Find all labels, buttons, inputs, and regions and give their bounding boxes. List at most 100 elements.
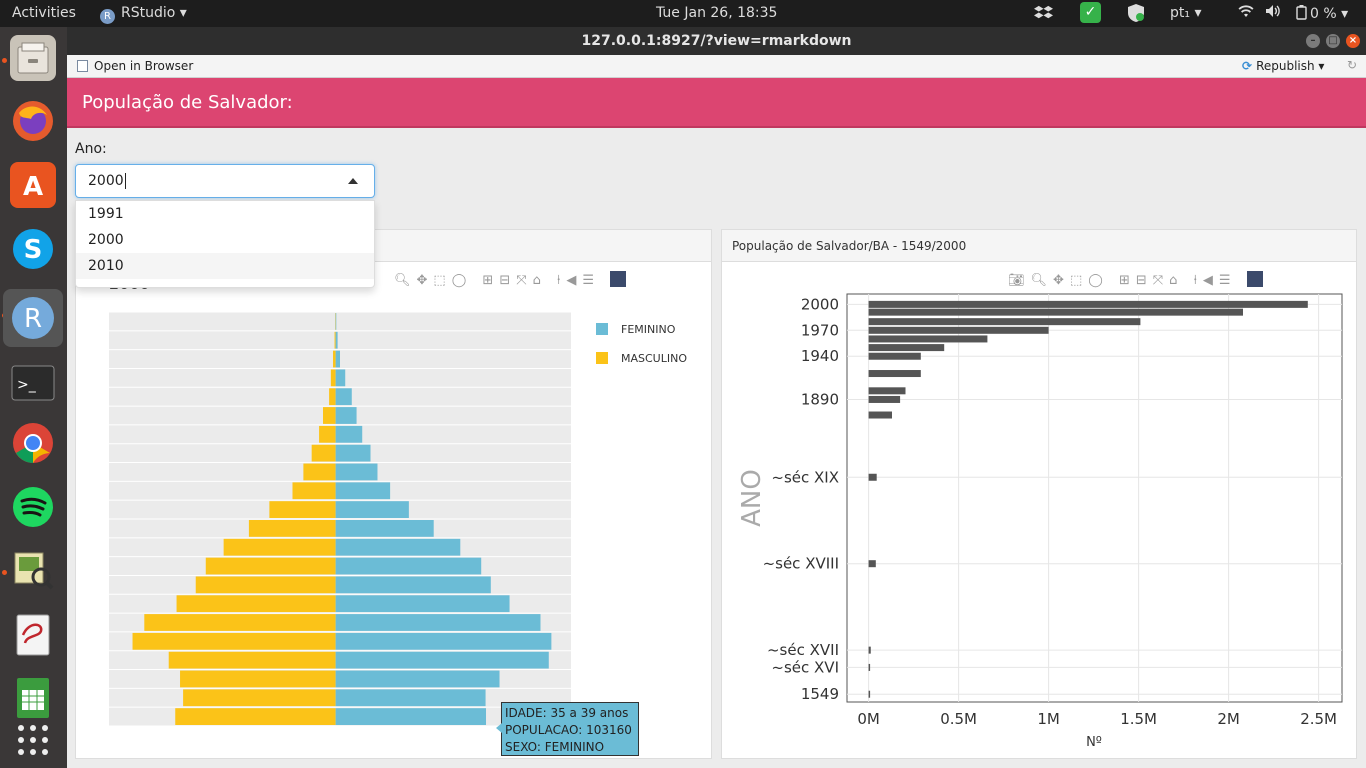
bar-feminino bbox=[335, 614, 541, 631]
wifi-icon[interactable] bbox=[1238, 4, 1254, 22]
bar-masculino bbox=[319, 425, 336, 443]
x-tick-label: 2.5M bbox=[1300, 710, 1337, 728]
window-titlebar: 127.0.0.1:8927/?view=rmarkdown – □ × bbox=[67, 27, 1366, 55]
hover-tooltip: IDADE: 35 a 39 anos POPULACAO: 103160 SE… bbox=[496, 702, 639, 756]
window-title: 127.0.0.1:8927/?view=rmarkdown bbox=[581, 33, 852, 49]
bar-masculino bbox=[175, 708, 336, 725]
language-label: pt₁ bbox=[1170, 5, 1190, 21]
bar-masculino bbox=[303, 463, 336, 481]
pyramid-chart[interactable]: FEMININO MASCULINO bbox=[76, 260, 713, 760]
publish-icon: ⟳ bbox=[1242, 59, 1253, 73]
bar-masculino bbox=[333, 350, 336, 368]
system-top-bar: Activities R RStudio ▾ Tue Jan 26, 18:35 … bbox=[0, 0, 1366, 27]
bar-feminino bbox=[335, 463, 378, 481]
population-bar bbox=[868, 663, 871, 671]
app-menu[interactable]: R RStudio ▾ bbox=[100, 5, 187, 24]
y-tick-label: ~séc XVII bbox=[767, 641, 839, 659]
app-header: População de Salvador: bbox=[67, 78, 1366, 128]
bar-feminino bbox=[335, 313, 337, 330]
population-bar bbox=[868, 560, 876, 568]
legend-swatch bbox=[596, 352, 608, 364]
bar-feminino bbox=[335, 350, 340, 368]
y-axis-label: ANO bbox=[737, 469, 767, 527]
spotify-icon[interactable] bbox=[10, 484, 56, 530]
skype-icon[interactable]: S bbox=[10, 226, 56, 272]
battery-label: 0 % bbox=[1310, 6, 1337, 22]
x-tick-label: 2M bbox=[1217, 710, 1240, 728]
caret-up-icon[interactable] bbox=[348, 178, 358, 184]
app-menu-label: RStudio bbox=[121, 5, 176, 21]
rstudio-dock-icon[interactable]: R bbox=[3, 289, 63, 347]
document-viewer-icon[interactable] bbox=[10, 612, 56, 658]
image-viewer-icon[interactable] bbox=[10, 548, 56, 594]
legend-swatch bbox=[596, 323, 608, 335]
running-indicator bbox=[2, 58, 7, 63]
tooltip-line: SEXO: FEMININO bbox=[505, 740, 605, 754]
volume-icon[interactable] bbox=[1265, 4, 1281, 22]
dropbox-icon[interactable] bbox=[1034, 3, 1054, 23]
spreadsheet-icon[interactable] bbox=[10, 675, 56, 721]
legend-label: FEMININO bbox=[621, 323, 676, 336]
viewer-toolbar: Open in Browser ⟳ Republish ▾ ↻ bbox=[67, 55, 1366, 78]
svg-text:A: A bbox=[23, 172, 43, 202]
population-bar bbox=[868, 318, 1141, 326]
maximize-icon[interactable]: □ bbox=[1326, 34, 1340, 48]
running-indicator bbox=[2, 570, 7, 575]
refresh-icon[interactable]: ↻ bbox=[1347, 58, 1357, 72]
bar-feminino bbox=[335, 538, 461, 556]
svg-text:R: R bbox=[24, 304, 42, 334]
bar-feminino bbox=[335, 425, 363, 443]
bar-masculino bbox=[223, 538, 336, 556]
y-tick-label: 1549 bbox=[801, 685, 839, 703]
y-tick-label: ~séc XVI bbox=[771, 658, 839, 676]
bar-masculino bbox=[144, 614, 336, 631]
software-center-icon[interactable]: A bbox=[10, 162, 56, 208]
ano-option[interactable]: 2000 bbox=[76, 227, 374, 253]
legend-label: MASCULINO bbox=[621, 352, 687, 365]
ano-option[interactable]: 1991 bbox=[76, 201, 374, 227]
bar-feminino bbox=[335, 576, 491, 594]
republish-button[interactable]: ⟳ Republish ▾ bbox=[1242, 59, 1324, 73]
population-bar bbox=[868, 352, 921, 360]
minimize-icon[interactable]: – bbox=[1306, 34, 1320, 48]
bar-masculino bbox=[132, 632, 336, 650]
files-icon[interactable] bbox=[10, 35, 56, 81]
y-tick-label: 1890 bbox=[801, 390, 839, 408]
ano-option[interactable]: 2010 bbox=[76, 253, 374, 279]
plot-frame bbox=[846, 293, 1343, 703]
bar-feminino bbox=[335, 557, 482, 575]
activities-button[interactable]: Activities bbox=[12, 5, 76, 21]
bar-masculino bbox=[168, 651, 336, 669]
close-icon[interactable]: × bbox=[1346, 34, 1360, 48]
bar-masculino bbox=[269, 501, 336, 518]
firefox-icon[interactable] bbox=[10, 98, 56, 144]
y-tick-label: 1940 bbox=[801, 347, 839, 365]
terminal-icon[interactable]: >_ bbox=[10, 360, 56, 406]
population-bar bbox=[868, 300, 1308, 308]
dock: A S R >_ bbox=[0, 27, 67, 768]
y-tick-label: ~séc XIX bbox=[771, 468, 839, 486]
bar-feminino bbox=[335, 708, 487, 725]
clock[interactable]: Tue Jan 26, 18:35 bbox=[656, 5, 777, 21]
bar-feminino bbox=[335, 388, 352, 406]
show-apps-icon[interactable] bbox=[10, 717, 56, 763]
bar-feminino bbox=[335, 482, 391, 500]
population-bar bbox=[868, 395, 901, 403]
battery-indicator[interactable]: 0 % ▾ bbox=[1296, 5, 1348, 22]
history-chart[interactable]: 0M 0.5M 1M 1.5M 2M 2.5M 2000 1970 1940 1890 ~séc X… bbox=[722, 260, 1358, 760]
shield-icon[interactable] bbox=[1126, 3, 1146, 23]
bar-feminino bbox=[335, 501, 409, 518]
bar-masculino bbox=[248, 520, 336, 537]
bar-feminino bbox=[335, 444, 371, 462]
population-bar bbox=[868, 326, 1049, 334]
ano-select[interactable]: 2000 bbox=[75, 164, 375, 198]
open-in-browser-label: Open in Browser bbox=[94, 59, 194, 73]
chrome-icon[interactable] bbox=[10, 420, 56, 466]
bar-feminino bbox=[335, 331, 338, 349]
language-indicator[interactable]: pt₁ ▾ bbox=[1170, 5, 1201, 21]
open-in-browser-button[interactable]: Open in Browser bbox=[77, 59, 193, 73]
ano-dropdown: 1991 2000 2010 bbox=[75, 200, 375, 288]
tooltip-line: POPULACAO: 103160 bbox=[505, 723, 632, 737]
checkmark-icon[interactable]: ✓ bbox=[1080, 2, 1101, 23]
population-bar bbox=[868, 308, 1243, 316]
